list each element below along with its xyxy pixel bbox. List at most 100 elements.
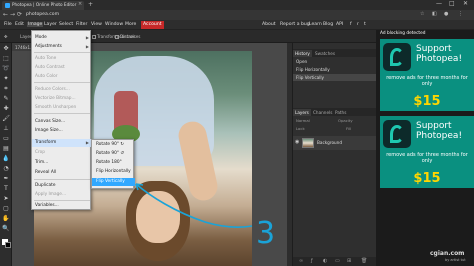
eraser-icon[interactable]: ▭ (2, 135, 10, 143)
ad-banner[interactable]: Support Photopea! remove ads for three m… (380, 39, 474, 111)
clone-stamp-icon[interactable]: ⊥ (2, 125, 10, 133)
submenu-rotate-90-ccw[interactable]: Rotate 90° ↺ (92, 150, 135, 158)
eyedropper-icon[interactable]: ✎ (2, 95, 10, 103)
zoom-icon[interactable]: 🔍 (2, 225, 10, 233)
ad-title: Support Photopea! (416, 121, 463, 141)
menu-item-canvas-size[interactable]: Canvas Size... (32, 118, 92, 126)
pen-icon[interactable]: ✒ (2, 175, 10, 183)
new-tab-button[interactable]: + (88, 1, 93, 8)
tab-channels[interactable]: Channels (311, 109, 334, 116)
dodge-icon[interactable]: ◔ (2, 165, 10, 173)
photopea-logo-icon (383, 120, 411, 148)
path-select-icon[interactable]: ➤ (2, 195, 10, 203)
link-about[interactable]: About (262, 22, 276, 27)
photopea-favicon-icon (5, 3, 10, 8)
menu-select[interactable]: Select (59, 22, 73, 27)
facebook-icon[interactable]: f (350, 22, 352, 27)
gradient-icon[interactable]: ▤ (2, 145, 10, 153)
submenu-rotate-180[interactable]: Rotate 180° (92, 159, 135, 167)
menu-filter[interactable]: Filter (76, 22, 87, 27)
link-report-bug[interactable]: Report a bug (280, 22, 310, 27)
history-row[interactable]: Flip Vertically (293, 74, 377, 81)
menu-item-duplicate[interactable]: Duplicate (32, 182, 92, 190)
link-learn[interactable]: Learn (309, 22, 322, 27)
tab-swatches[interactable]: Swatches (313, 50, 337, 57)
trash-icon[interactable]: 🗑 (361, 258, 367, 264)
submenu-rotate-90-cw[interactable]: Rotate 90° ↻ (92, 141, 135, 149)
crop-icon[interactable]: ⌗ (2, 85, 10, 93)
maximize-window-icon[interactable]: □ (449, 0, 455, 7)
new-layer-icon[interactable]: ⊞ (347, 258, 351, 264)
menu-more[interactable]: More (125, 22, 136, 27)
tab-close-icon[interactable]: × (78, 1, 82, 7)
menu-account[interactable]: Account (141, 21, 164, 29)
browser-menu-icon[interactable]: ⋮ (458, 11, 463, 17)
menu-item-transform[interactable]: Transform ▶ (32, 139, 92, 147)
menu-item-trim[interactable]: Trim... (32, 159, 92, 167)
shape-icon[interactable]: ▢ (2, 205, 10, 213)
menu-item-reduce-colors: Reduce Colors... (35, 87, 70, 92)
link-blog[interactable]: Blog (323, 22, 333, 27)
marquee-icon[interactable]: ⬚ (2, 55, 10, 63)
layers-panel-tabs: Layers Channels Paths (293, 108, 377, 116)
reddit-icon[interactable]: r (357, 22, 359, 27)
reload-icon[interactable]: ⟳ (17, 11, 22, 18)
menu-item-label: Transform (35, 140, 57, 145)
move-icon[interactable]: ✥ (2, 45, 10, 53)
tab-history[interactable]: History (293, 50, 312, 57)
blur-icon[interactable]: 💧 (2, 155, 10, 163)
menu-view[interactable]: View (91, 22, 102, 27)
magic-wand-icon[interactable]: ✦ (2, 75, 10, 83)
hand-icon[interactable]: ✋ (2, 215, 10, 223)
layer-row[interactable]: ◉ Background (293, 136, 377, 150)
watermark-sub: by artist tut (445, 258, 466, 262)
brush-icon[interactable]: 🖌 (2, 115, 10, 123)
background-color-swatch[interactable] (5, 242, 11, 248)
menu-item-reveal-all[interactable]: Reveal All (32, 169, 92, 177)
menu-layer[interactable]: Layer (44, 22, 57, 27)
tab-paths[interactable]: Paths (333, 109, 348, 116)
ad-blocking-notice: Ad blocking detected (380, 31, 426, 36)
eye-icon[interactable]: ◉ (295, 139, 299, 145)
profile-icon[interactable]: ● (444, 11, 448, 17)
browser-tab[interactable]: Photopea | Online Photo Editor × (2, 1, 84, 10)
layer-name: Background (317, 140, 342, 145)
menu-window[interactable]: Window (105, 22, 123, 27)
type-icon[interactable]: T (2, 185, 10, 193)
history-row[interactable]: Open (293, 58, 377, 65)
menu-file[interactable]: File (4, 22, 12, 27)
lasso-icon[interactable]: ➰ (2, 65, 10, 73)
autoselect-dropdown[interactable]: Layer (20, 34, 32, 39)
url-field[interactable]: photopea.com (26, 12, 59, 17)
close-window-icon[interactable]: ✕ (463, 0, 468, 7)
menu-item-adjustments[interactable]: Adjustments ▶ (32, 43, 92, 51)
tab-layers[interactable]: Layers (293, 109, 311, 116)
adjustment-layer-icon[interactable]: ◐ (323, 258, 327, 264)
healing-icon[interactable]: ✚ (2, 105, 10, 113)
menu-item-image-size[interactable]: Image Size... (32, 127, 92, 135)
link-layers-icon[interactable]: ∞ (299, 258, 303, 264)
submenu-flip-vertically[interactable]: Flip Vertically (92, 178, 135, 186)
menu-item-smooth: Smooth Unsharpen (35, 105, 77, 110)
menu-image[interactable]: Image (27, 22, 44, 27)
minimize-window-icon[interactable]: — (436, 0, 442, 7)
submenu-flip-horizontally[interactable]: Flip Horizontally (92, 168, 135, 176)
extensions-icon[interactable]: ◧ (432, 11, 437, 17)
menu-item-mode[interactable]: Mode ▶ (32, 34, 92, 42)
distances-checkbox[interactable]: Distances (115, 34, 141, 39)
menu-item-apply-image: Apply Image... (35, 192, 67, 197)
tab-title: Photopea | Online Photo Editor (12, 2, 77, 7)
app-menubar: File Edit Image Layer Select Filter View… (0, 20, 474, 30)
menu-item-variables[interactable]: Variables... (32, 202, 92, 210)
fx-icon[interactable]: ƒ (311, 258, 313, 264)
menu-edit[interactable]: Edit (15, 22, 24, 27)
move-tool-icon[interactable]: ✥ (4, 34, 8, 39)
ad-banner[interactable]: Support Photopea! remove ads for three m… (380, 116, 474, 188)
link-api[interactable]: API (336, 22, 343, 27)
twitter-icon[interactable]: t (364, 22, 366, 27)
back-icon[interactable]: ← (3, 11, 8, 18)
history-row[interactable]: Flip Horizontally (293, 66, 377, 73)
folder-icon[interactable]: ▭ (335, 258, 340, 264)
bookmark-star-icon[interactable]: ☆ (420, 11, 424, 17)
forward-icon[interactable]: → (10, 11, 15, 18)
